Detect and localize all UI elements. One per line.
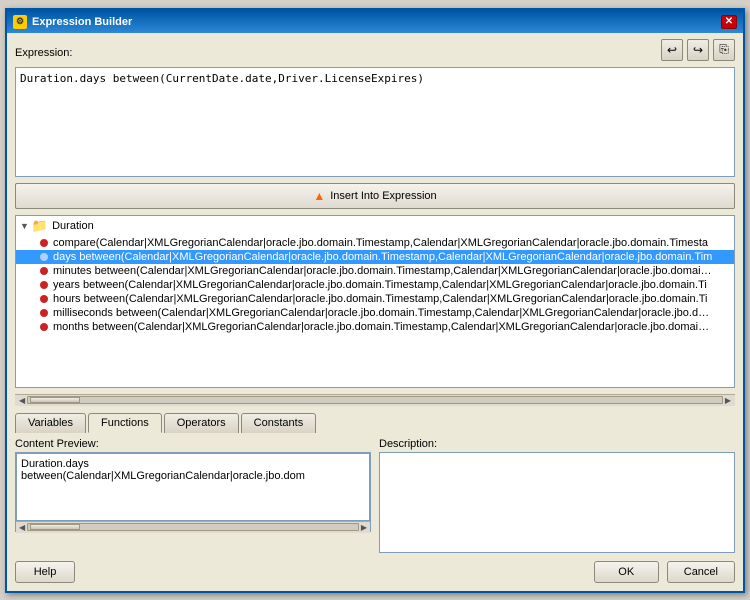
item-text-5: milliseconds between(Calendar|XMLGregori… [53, 307, 713, 319]
item-text-3: years between(Calendar|XMLGregorianCalen… [53, 279, 707, 291]
item-dot-2 [40, 267, 48, 275]
content-preview-value: Duration.days between(Calendar|XMLGregor… [21, 458, 305, 482]
expression-label: Expression: [15, 47, 72, 59]
tab-constants[interactable]: Constants [241, 413, 317, 433]
tree-view[interactable]: ▼ 📁 Duration compare(Calendar|XMLGregori… [15, 215, 735, 388]
content-preview-scroll-container: Duration.days between(Calendar|XMLGregor… [15, 452, 371, 532]
content-preview-panel: Content Preview: Duration.days between(C… [15, 438, 371, 553]
title-bar: ⚙ Expression Builder ✕ [7, 11, 743, 33]
item-text-1: days between(Calendar|XMLGregorianCalend… [53, 251, 712, 263]
item-dot-3 [40, 281, 48, 289]
expression-header: Expression: ↩ ↪ ⎘ [15, 41, 735, 61]
title-bar-left: ⚙ Expression Builder [13, 15, 132, 29]
close-button[interactable]: ✕ [721, 15, 737, 29]
tree-item-4[interactable]: hours between(Calendar|XMLGregorianCalen… [16, 292, 734, 306]
item-dot-1 [40, 253, 48, 261]
tab-operators[interactable]: Operators [164, 413, 239, 433]
scroll-thumb[interactable] [30, 397, 80, 403]
insert-button-label: Insert Into Expression [330, 190, 436, 202]
description-panel: Description: [379, 438, 735, 553]
item-dot-6 [40, 323, 48, 331]
copy-button[interactable]: ⎘ [713, 39, 735, 61]
right-buttons: OK Cancel [594, 561, 735, 583]
item-text-2: minutes between(Calendar|XMLGregorianCal… [53, 265, 713, 277]
tree-item-0[interactable]: compare(Calendar|XMLGregorianCalendar|or… [16, 236, 734, 250]
expression-builder-window: ⚙ Expression Builder ✕ Expression: ↩ ↪ ⎘… [5, 8, 745, 593]
item-text-6: months between(Calendar|XMLGregorianCale… [53, 321, 713, 333]
insert-into-expression-button[interactable]: ▲ Insert Into Expression [15, 183, 735, 209]
help-button[interactable]: Help [15, 561, 75, 583]
preview-scroll-right[interactable]: ▶ [359, 523, 369, 532]
tree-item-1[interactable]: days between(Calendar|XMLGregorianCalend… [16, 250, 734, 264]
cancel-button[interactable]: Cancel [667, 561, 735, 583]
content-preview-content: Duration.days between(Calendar|XMLGregor… [16, 453, 370, 521]
tree-item-6[interactable]: months between(Calendar|XMLGregorianCale… [16, 320, 734, 334]
toolbar: ↩ ↪ ⎘ [661, 39, 735, 61]
preview-hscrollbar[interactable]: ◀ ▶ [16, 521, 370, 533]
item-text-4: hours between(Calendar|XMLGregorianCalen… [53, 293, 707, 305]
description-label: Description: [379, 438, 735, 450]
scroll-right-icon[interactable]: ▶ [723, 396, 733, 405]
main-content: Expression: ↩ ↪ ⎘ Duration.days between(… [7, 33, 743, 591]
bottom-panels: Content Preview: Duration.days between(C… [15, 438, 735, 553]
description-content [379, 452, 735, 553]
tree-item-5[interactable]: milliseconds between(Calendar|XMLGregori… [16, 306, 734, 320]
folder-icon: 📁 [32, 218, 48, 234]
folder-expand-icon: ▼ [20, 221, 29, 231]
scroll-left-icon[interactable]: ◀ [17, 396, 27, 405]
ok-button[interactable]: OK [594, 561, 659, 583]
expression-input[interactable]: Duration.days between(CurrentDate.date,D… [15, 67, 735, 177]
preview-scroll-thumb[interactable] [30, 524, 80, 530]
tree-hscrollbar[interactable]: ◀ ▶ [15, 394, 735, 406]
tree-item-2[interactable]: minutes between(Calendar|XMLGregorianCal… [16, 264, 734, 278]
item-text-0: compare(Calendar|XMLGregorianCalendar|or… [53, 237, 708, 249]
buttons-row: Help OK Cancel [15, 559, 735, 583]
tabs-row: Variables Functions Operators Constants [15, 412, 735, 432]
item-dot-5 [40, 309, 48, 317]
folder-label: Duration [52, 220, 94, 232]
preview-scroll-track [27, 523, 359, 531]
window-title: Expression Builder [32, 16, 132, 28]
undo-button[interactable]: ↩ [661, 39, 683, 61]
scroll-track [27, 396, 723, 404]
tab-functions[interactable]: Functions [88, 413, 162, 433]
tab-variables[interactable]: Variables [15, 413, 86, 433]
redo-button[interactable]: ↪ [687, 39, 709, 61]
tree-item-3[interactable]: years between(Calendar|XMLGregorianCalen… [16, 278, 734, 292]
preview-scroll-left[interactable]: ◀ [17, 523, 27, 532]
insert-icon: ▲ [313, 189, 325, 203]
tree-folder-duration[interactable]: ▼ 📁 Duration [16, 216, 734, 236]
content-preview-label: Content Preview: [15, 438, 371, 450]
window-icon: ⚙ [13, 15, 27, 29]
item-dot-0 [40, 239, 48, 247]
item-dot-4 [40, 295, 48, 303]
